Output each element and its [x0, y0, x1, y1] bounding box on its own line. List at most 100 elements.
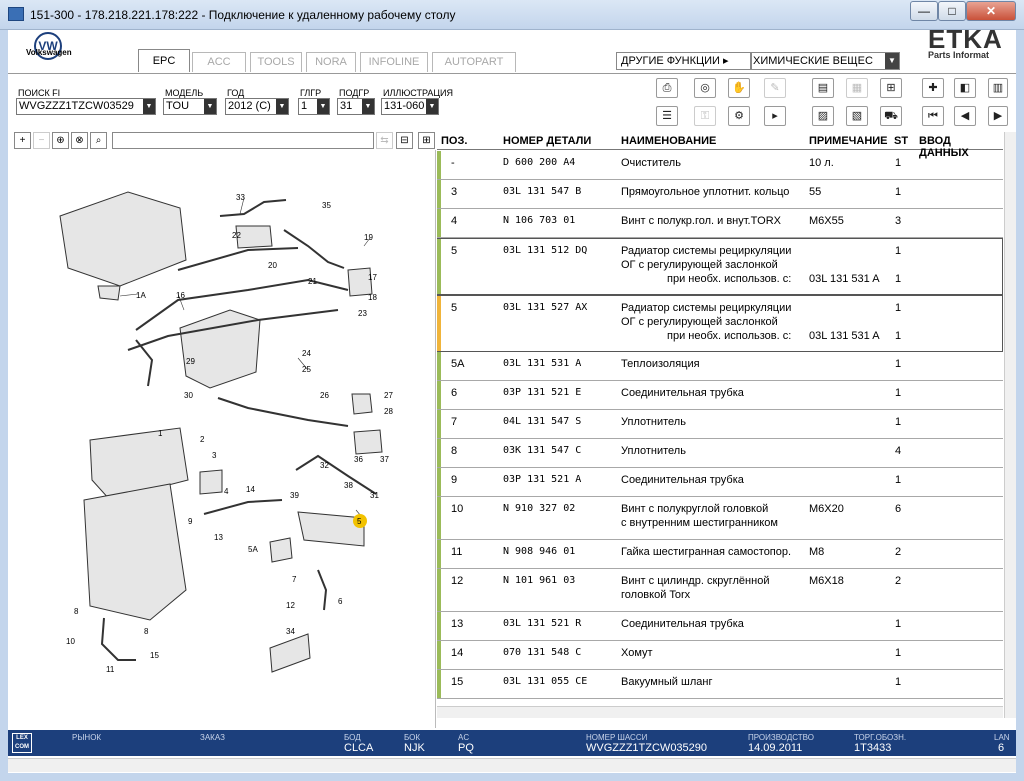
parts-illustration[interactable]: 1A 16 33 35 22 19 20 21 17 18 23 29 24 2… [8, 150, 436, 728]
callout-5a[interactable]: 5A [248, 545, 258, 554]
zoom-in-icon[interactable]: + [14, 132, 31, 149]
table-row[interactable]: 5A 03L 131 531 A Теплоизоляция 1 [437, 352, 1003, 381]
table-row[interactable]: 12 N 101 961 03 Винт с цилиндр. скруглённо… [437, 569, 1003, 612]
table-row[interactable]: 9 03P 131 521 A Соединительная трубка 1 [437, 468, 1003, 497]
disc-search-icon[interactable]: ◎ [694, 78, 716, 98]
col-name[interactable]: НАИМЕНОВАНИЕ [621, 135, 716, 147]
chemicals-select[interactable]: ХИМИЧЕСКИЕ ВЕЩЕС ▼ [750, 52, 900, 70]
col-part-number[interactable]: НОМЕР ДЕТАЛИ [503, 135, 591, 147]
handshake-icon[interactable]: ✋ [728, 78, 750, 98]
zoom-fit-icon[interactable]: ⊗ [71, 132, 88, 149]
callout-6[interactable]: 6 [338, 597, 343, 606]
table-row[interactable]: - D 600 200 A4 Очиститель 10 л. 1 [437, 151, 1003, 180]
zoom-area-icon[interactable]: ⊕ [52, 132, 69, 149]
table-row[interactable]: 11 N 908 946 01 Гайка шестигранная самосто… [437, 540, 1003, 569]
expand-icon[interactable]: ⊞ [418, 132, 435, 149]
other-functions-button[interactable]: ДРУГИЕ ФУНКЦИИ ▸ [616, 52, 752, 70]
callout-9[interactable]: 9 [188, 517, 193, 526]
edit-list-icon[interactable]: ▨ [812, 106, 834, 126]
callout-11[interactable]: 12 [286, 601, 295, 610]
tab-tools[interactable]: TOOLS [250, 52, 302, 72]
cart-add-icon[interactable]: ⊞ [880, 78, 902, 98]
table-row[interactable]: 14 070 131 548 C Хомут 1 [437, 641, 1003, 670]
callout-33[interactable]: 33 [236, 193, 245, 202]
callout-2[interactable]: 2 [200, 435, 205, 444]
callout-18[interactable]: 18 [368, 293, 377, 302]
callout-1a[interactable]: 1A [136, 291, 146, 300]
callout-24[interactable]: 24 [302, 349, 311, 358]
tab-autopart[interactable]: AUTOPART [432, 52, 516, 72]
callout-13[interactable]: 14 [246, 485, 255, 494]
year-select[interactable]: 2012 (C) ▼ [225, 98, 289, 115]
table-row[interactable]: 15 03L 131 055 CE Вакуумный шланг 1 [437, 670, 1003, 699]
col-st[interactable]: ST [894, 135, 908, 147]
callout-8-bottom[interactable]: 8 [144, 627, 149, 636]
table-row[interactable]: 5 03L 131 527 AX Радиатор системы рециркул… [437, 295, 1003, 352]
subgroup-select[interactable]: 31 ▼ [337, 98, 375, 115]
callout-4[interactable]: 4 [224, 487, 229, 496]
table-row[interactable]: 4 N 106 703 01 Винт с полукр.гол. и внут.T… [437, 209, 1003, 238]
callout-19[interactable]: 19 [364, 233, 373, 242]
callout-22[interactable]: 22 [232, 231, 241, 240]
notes-icon[interactable]: ✎ [764, 78, 786, 98]
callout-39[interactable]: 39 [290, 491, 299, 500]
table-vertical-scrollbar[interactable] [1004, 132, 1016, 718]
callout-32[interactable]: 32 [320, 461, 329, 470]
callout-34[interactable]: 34 [286, 627, 295, 636]
callout-1[interactable]: 1 [158, 429, 163, 438]
close-button[interactable]: ✕ [966, 1, 1016, 21]
tab-nora[interactable]: NORA [306, 52, 356, 72]
image-search-field[interactable] [112, 132, 374, 149]
callout-5-highlight[interactable]: 5 [353, 514, 367, 528]
page-forward-icon[interactable]: ▥ [988, 78, 1008, 98]
callout-12[interactable]: 13 [214, 533, 223, 542]
table-row[interactable]: 3 03L 131 547 B Прямоугольное уплотнит. ко… [437, 180, 1003, 209]
callout-8-top[interactable]: 8 [74, 607, 79, 616]
callout-17[interactable]: 17 [368, 273, 377, 282]
elsa-icon[interactable]: ▤ [812, 78, 834, 98]
print-icon[interactable]: ⎙ [656, 78, 678, 98]
callout-27[interactable]: 27 [384, 391, 393, 400]
callout-23[interactable]: 23 [358, 309, 367, 318]
play-minus-icon[interactable]: ▸ [764, 106, 786, 126]
callout-14[interactable]: 11 [106, 665, 115, 674]
table-row[interactable]: 13 03L 131 521 R Соединительная трубка 1 [437, 612, 1003, 641]
tab-epc[interactable]: EPC [138, 49, 190, 72]
callout-3[interactable]: 3 [212, 451, 217, 460]
callout-36[interactable]: 36 [354, 455, 363, 464]
table-row[interactable]: 7 04L 131 547 S Уплотнитель 1 [437, 410, 1003, 439]
callout-37[interactable]: 37 [380, 455, 389, 464]
pin-icon[interactable]: ✚ [922, 78, 944, 98]
fi-search-select[interactable]: WVGZZZ1TZCW03529 ▼ [16, 98, 156, 115]
callout-31[interactable]: 31 [370, 491, 379, 500]
dealer-icon[interactable]: ▦ [846, 78, 868, 98]
callout-10[interactable]: 10 [66, 637, 75, 646]
window-horizontal-scrollbar[interactable] [8, 758, 1016, 772]
callout-26[interactable]: 26 [320, 391, 329, 400]
zoom-out-icon[interactable]: − [33, 132, 50, 149]
magnifier-icon[interactable]: ⌕ [90, 132, 107, 149]
first-page-icon[interactable]: ⏮ [922, 106, 944, 126]
callout-28[interactable]: 28 [384, 407, 393, 416]
callout-38[interactable]: 38 [344, 481, 353, 490]
key-icon[interactable]: ⚿ [694, 106, 716, 126]
callout-21[interactable]: 21 [308, 277, 317, 286]
layout-icon[interactable]: ⊟ [396, 132, 413, 149]
list-icon[interactable]: ☰ [656, 106, 678, 126]
table-row[interactable]: 6 03P 131 521 E Соединительная трубка 1 [437, 381, 1003, 410]
callout-15[interactable]: 15 [150, 651, 159, 660]
callout-16[interactable]: 16 [176, 291, 185, 300]
table-row[interactable]: 10 N 910 327 02 Винт с полукруглой головко… [437, 497, 1003, 540]
col-note[interactable]: ПРИМЕЧАНИЕ [809, 135, 888, 147]
bike-icon[interactable]: ⚙ [728, 106, 750, 126]
minimize-button[interactable]: — [910, 1, 938, 21]
callout-35[interactable]: 35 [322, 201, 331, 210]
next-page-icon[interactable]: ▶ [988, 106, 1008, 126]
split-view-icon[interactable]: ⇆ [376, 132, 393, 149]
callout-5[interactable]: 5 [357, 517, 362, 526]
callout-7[interactable]: 7 [292, 575, 297, 584]
tab-infoline[interactable]: INFOLINE [360, 52, 428, 72]
table-row[interactable]: 5 03L 131 512 DQ Радиатор системы рециркул… [437, 238, 1003, 295]
illustration-select[interactable]: 131-060 ▼ [381, 98, 439, 115]
callout-30[interactable]: 30 [184, 391, 193, 400]
